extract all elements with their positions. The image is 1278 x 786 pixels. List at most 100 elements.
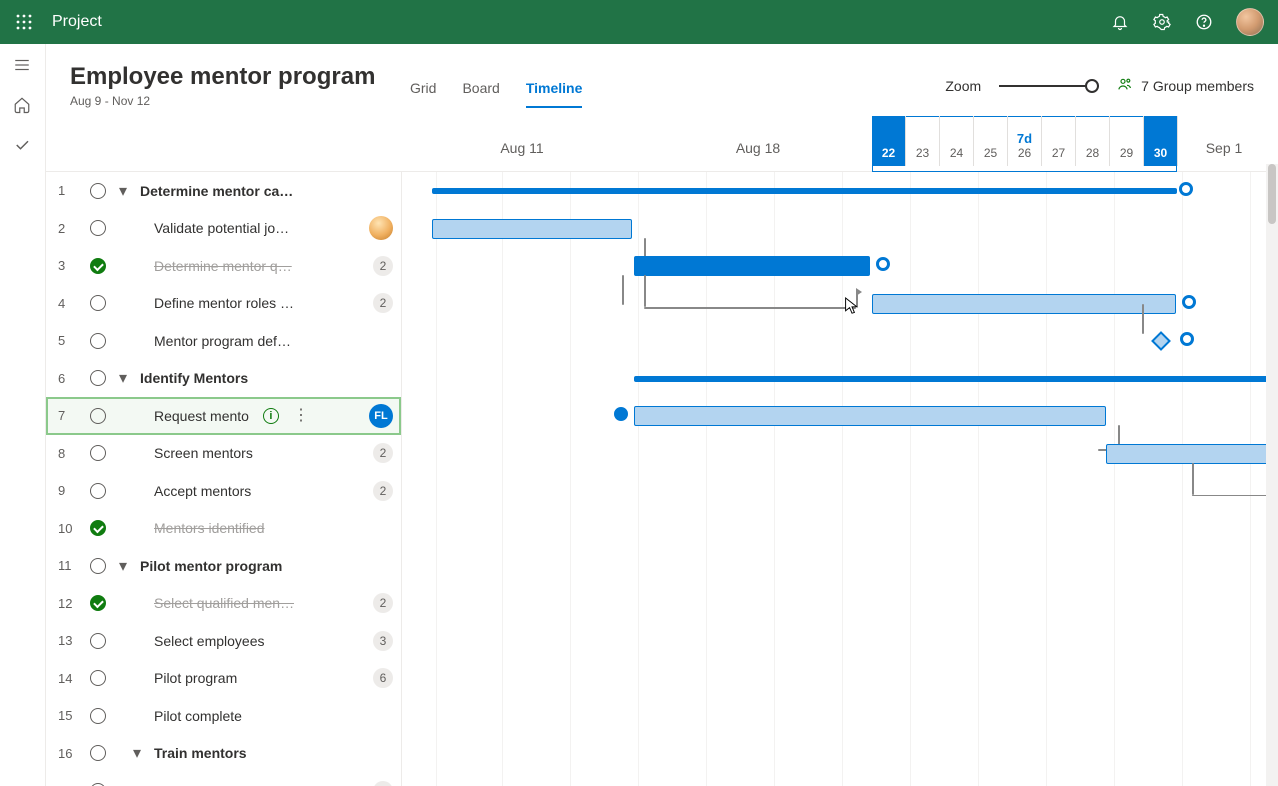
scrollbar-thumb[interactable] bbox=[1268, 164, 1276, 224]
home-icon[interactable] bbox=[13, 96, 33, 116]
task-row[interactable]: 11 ▾ Pilot mentor program bbox=[46, 547, 401, 585]
sel-day[interactable]: 23 bbox=[906, 116, 940, 166]
status-toggle[interactable] bbox=[90, 333, 106, 349]
gantt-row[interactable] bbox=[402, 772, 1278, 786]
check-icon[interactable] bbox=[13, 136, 33, 156]
gantt-row[interactable] bbox=[402, 360, 1278, 398]
status-toggle[interactable] bbox=[90, 483, 106, 499]
task-row[interactable]: 14 Pilot program 6 bbox=[46, 660, 401, 698]
chevron-down-icon[interactable]: ▾ bbox=[116, 368, 130, 388]
sel-day[interactable]: 27 bbox=[1042, 116, 1076, 166]
gantt-row[interactable] bbox=[402, 660, 1278, 698]
task-row[interactable]: 9 Accept mentors 2 bbox=[46, 472, 401, 510]
tab-board[interactable]: Board bbox=[462, 80, 499, 108]
task-row[interactable]: 12 Select qualified men… 2 bbox=[46, 585, 401, 623]
assignee-initials[interactable]: FL bbox=[369, 404, 393, 428]
task-row[interactable]: 1 ▾ Determine mentor ca… bbox=[46, 172, 401, 210]
gantt-row[interactable] bbox=[402, 585, 1278, 623]
zoom-slider[interactable] bbox=[999, 78, 1099, 94]
task-row[interactable]: 5 Mentor program def… bbox=[46, 322, 401, 360]
gantt-row[interactable] bbox=[402, 472, 1278, 510]
gantt-row[interactable] bbox=[402, 697, 1278, 735]
dependency-line bbox=[622, 275, 624, 305]
gantt-row[interactable] bbox=[402, 172, 1278, 210]
sel-day[interactable]: 29 bbox=[1110, 116, 1144, 166]
gantt-rows bbox=[402, 172, 1278, 786]
task-row[interactable]: 2 Validate potential jo… bbox=[46, 210, 401, 248]
task-row[interactable]: 17 Determine skills g… 2 bbox=[46, 772, 401, 786]
tab-grid[interactable]: Grid bbox=[410, 80, 436, 108]
gantt-chart[interactable] bbox=[402, 172, 1278, 786]
summary-bar[interactable] bbox=[432, 188, 1177, 194]
gantt-row[interactable] bbox=[402, 735, 1278, 773]
milestone-icon[interactable] bbox=[1151, 331, 1171, 351]
user-avatar[interactable] bbox=[1236, 8, 1264, 36]
summary-bar[interactable] bbox=[634, 376, 1278, 382]
gantt-row[interactable] bbox=[402, 510, 1278, 548]
assignee-avatar[interactable] bbox=[369, 216, 393, 240]
status-toggle[interactable] bbox=[90, 708, 106, 724]
status-toggle[interactable] bbox=[90, 633, 106, 649]
status-toggle[interactable] bbox=[90, 745, 106, 761]
status-toggle[interactable] bbox=[90, 258, 106, 274]
settings-icon[interactable] bbox=[1152, 12, 1172, 32]
task-bar[interactable] bbox=[432, 219, 632, 239]
gantt-row[interactable] bbox=[402, 435, 1278, 473]
task-name: Screen mentors bbox=[154, 445, 253, 461]
sel-day[interactable]: 28 bbox=[1076, 116, 1110, 166]
task-row[interactable]: 4 Define mentor roles … 2 bbox=[46, 285, 401, 323]
status-toggle[interactable] bbox=[90, 220, 106, 236]
task-bar[interactable] bbox=[634, 406, 1106, 426]
task-bar[interactable] bbox=[634, 256, 870, 276]
gantt-row[interactable] bbox=[402, 247, 1278, 285]
status-toggle[interactable] bbox=[90, 408, 106, 424]
task-row[interactable]: 13 Select employees 3 bbox=[46, 622, 401, 660]
menu-icon[interactable] bbox=[13, 56, 33, 76]
task-row[interactable]: 15 Pilot complete bbox=[46, 697, 401, 735]
status-toggle[interactable] bbox=[90, 370, 106, 386]
task-bar[interactable] bbox=[1106, 444, 1278, 464]
gantt-row[interactable] bbox=[402, 210, 1278, 248]
group-members-button[interactable]: 7 Group members bbox=[1117, 76, 1254, 95]
gantt-row[interactable] bbox=[402, 547, 1278, 585]
status-toggle[interactable] bbox=[90, 445, 106, 461]
help-icon[interactable] bbox=[1194, 12, 1214, 32]
status-toggle[interactable] bbox=[90, 520, 106, 536]
vertical-scrollbar[interactable] bbox=[1266, 164, 1278, 786]
tab-timeline[interactable]: Timeline bbox=[526, 80, 583, 108]
info-icon[interactable]: i bbox=[263, 408, 279, 424]
sel-day[interactable]: 25 bbox=[974, 116, 1008, 166]
status-toggle[interactable] bbox=[90, 295, 106, 311]
gantt-row[interactable] bbox=[402, 397, 1278, 435]
task-row[interactable]: 10 Mentors identified bbox=[46, 510, 401, 548]
task-bar[interactable] bbox=[872, 294, 1176, 314]
sel-day[interactable]: 30 bbox=[1144, 116, 1178, 166]
gantt-row[interactable] bbox=[402, 622, 1278, 660]
sel-day[interactable]: 24 bbox=[940, 116, 974, 166]
count-badge: 2 bbox=[373, 593, 393, 613]
gantt-row[interactable] bbox=[402, 285, 1278, 323]
chevron-down-icon[interactable]: ▾ bbox=[116, 556, 130, 576]
status-toggle[interactable] bbox=[90, 183, 106, 199]
task-row[interactable]: 7 Request mento i ⋮ FL bbox=[46, 397, 401, 435]
app-name[interactable]: Project bbox=[52, 13, 102, 31]
task-row[interactable]: 8 Screen mentors 2 bbox=[46, 435, 401, 473]
sel-day[interactable]: 22 bbox=[872, 116, 906, 166]
task-name: Mentor program def… bbox=[154, 333, 291, 349]
chevron-down-icon[interactable]: ▾ bbox=[130, 743, 144, 763]
task-row[interactable]: 6 ▾ Identify Mentors bbox=[46, 360, 401, 398]
status-toggle[interactable] bbox=[90, 558, 106, 574]
task-row[interactable]: 16 ▾ Train mentors bbox=[46, 735, 401, 773]
sel-day[interactable]: 26 bbox=[1008, 116, 1042, 166]
gantt-row[interactable] bbox=[402, 322, 1278, 360]
more-options-icon[interactable]: ⋮ bbox=[293, 411, 309, 421]
status-toggle[interactable] bbox=[90, 595, 106, 611]
chevron-down-icon[interactable]: ▾ bbox=[116, 181, 130, 201]
app-launcher-icon[interactable] bbox=[14, 12, 34, 32]
tick-sep1: Sep 1 bbox=[1206, 140, 1243, 156]
bar-end-circle-icon bbox=[1179, 182, 1193, 196]
status-toggle[interactable] bbox=[90, 670, 106, 686]
task-row[interactable]: 3 Determine mentor q… 2 bbox=[46, 247, 401, 285]
notifications-icon[interactable] bbox=[1110, 12, 1130, 32]
project-header: Employee mentor program Aug 9 - Nov 12 G… bbox=[46, 44, 1278, 116]
